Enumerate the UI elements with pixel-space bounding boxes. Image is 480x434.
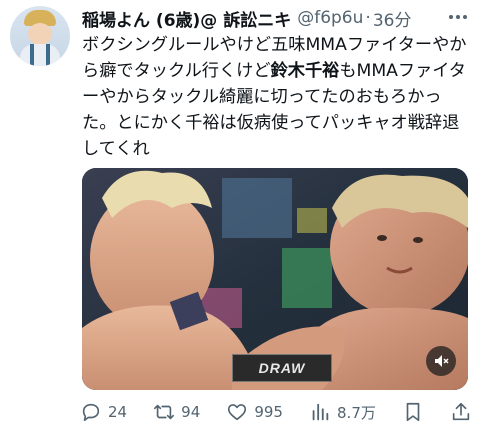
retweet-button[interactable]: 94 <box>153 401 200 423</box>
avatar-strap <box>46 44 50 66</box>
avatar-shirt <box>20 44 60 66</box>
draw-banner-text: DRAW <box>258 360 306 376</box>
separator-dot: · <box>365 8 371 28</box>
like-count: 995 <box>254 403 283 421</box>
share-button[interactable] <box>450 401 472 423</box>
tweet-actions: 24 94 995 8.7万 <box>80 398 472 426</box>
tweet-time[interactable]: 36分 <box>373 6 412 31</box>
view-count: 8.7万 <box>337 403 376 422</box>
share-icon <box>452 402 470 421</box>
avatar-face <box>28 23 52 45</box>
heart-icon <box>228 404 247 421</box>
speaker-muted-icon[interactable] <box>426 346 456 376</box>
tweet-text-highlight: 鈴木千裕 <box>270 61 340 81</box>
draw-banner: DRAW <box>232 354 332 382</box>
reply-count: 24 <box>108 403 128 421</box>
more-options-icon[interactable] <box>448 8 468 26</box>
tweet-header: 稲場よん (6歳)@ 訴訟ニキ @f6p6u · 36分 <box>82 6 468 31</box>
reply-button[interactable]: 24 <box>80 401 127 423</box>
author-handle[interactable]: @f6p6u <box>297 8 363 28</box>
tweet-text: ボクシングルールやけど五味MMAファイターやから癖でタックル行くけど鈴木千裕もM… <box>82 32 468 162</box>
retweet-count: 94 <box>181 403 201 421</box>
views-button[interactable]: 8.7万 <box>309 401 376 423</box>
author-display-name[interactable]: 稲場よん (6歳)@ 訴訟ニキ <box>82 6 291 31</box>
bookmark-button[interactable] <box>402 401 424 423</box>
avatar[interactable] <box>10 6 70 66</box>
tweet-media-video[interactable]: DRAW <box>82 168 468 390</box>
retweet-icon <box>154 404 175 420</box>
reply-icon <box>82 403 100 422</box>
like-button[interactable]: 995 <box>226 401 283 423</box>
views-icon <box>312 403 329 421</box>
avatar-strap <box>30 44 34 66</box>
bookmark-icon <box>406 402 420 422</box>
